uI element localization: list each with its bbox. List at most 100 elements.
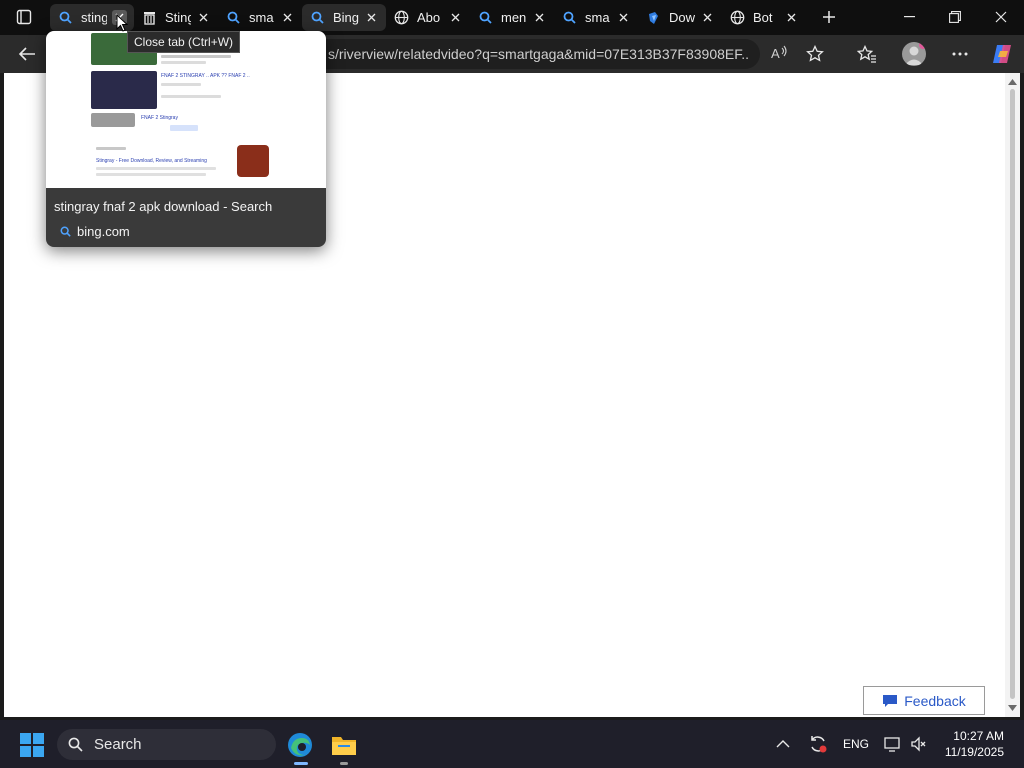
preview-line: [170, 125, 198, 131]
tab-close-button[interactable]: [448, 10, 463, 25]
taskbar-edge-app[interactable]: [282, 727, 318, 763]
tab-label: sma: [249, 10, 274, 25]
volume-muted-icon: [911, 736, 926, 752]
new-tab-button[interactable]: [817, 6, 841, 28]
preview-line: [161, 95, 221, 98]
close-icon: [451, 13, 460, 22]
hover-card-title: stingray fnaf 2 apk download - Search: [54, 199, 273, 214]
tab-close-button[interactable]: [196, 10, 211, 25]
favorites-button[interactable]: [852, 40, 882, 68]
preview-image: [237, 145, 269, 177]
tab-close-button[interactable]: [784, 10, 799, 25]
tab-label: sting: [81, 10, 107, 25]
feedback-button[interactable]: Feedback: [863, 686, 985, 715]
tab-men-search[interactable]: men: [470, 4, 554, 31]
copilot-button[interactable]: [987, 40, 1017, 68]
close-window-button[interactable]: [978, 0, 1024, 33]
start-button[interactable]: [20, 733, 44, 757]
copilot-icon: [993, 45, 1011, 63]
preview-line: [96, 167, 216, 170]
favorite-star-button[interactable]: [800, 40, 830, 68]
tab-close-button[interactable]: [280, 10, 295, 25]
tab-close-button[interactable]: [616, 10, 631, 25]
minimize-icon: [903, 15, 915, 17]
minimize-button[interactable]: [886, 0, 932, 33]
preview-text: FNAF 2 STINGRAY .. APK ?? FNAF 2 ..: [161, 73, 250, 79]
page-scrollbar[interactable]: [1005, 73, 1020, 717]
close-icon: [619, 13, 628, 22]
scrollbar-thumb[interactable]: [1010, 89, 1015, 699]
restore-button[interactable]: [932, 0, 978, 33]
edge-store-icon: [646, 10, 661, 25]
hover-card-domain: bing.com: [60, 224, 130, 239]
globe-icon: [730, 10, 745, 25]
mouse-pointer-icon: [116, 14, 128, 32]
search-icon: [60, 226, 71, 237]
tab-smartgaga-search[interactable]: sma: [218, 4, 302, 31]
close-icon: [199, 13, 208, 22]
back-button[interactable]: [12, 40, 42, 68]
preview-image: [91, 71, 157, 109]
chevron-up-icon: [776, 740, 790, 748]
settings-more-button[interactable]: [945, 40, 975, 68]
preview-line: [96, 173, 206, 176]
tab-actions-icon: [16, 9, 32, 25]
favorites-list-icon: [857, 45, 876, 63]
taskbar-search-box[interactable]: Search: [57, 729, 276, 760]
address-url[interactable]: s/riverview/relatedvideo?q=smartgaga&mid…: [328, 46, 748, 62]
taskbar-search-label: Search: [94, 736, 142, 753]
tab-preview-thumbnail: FNAF 2 STINGRAY .. APK ?? FNAF 2 .. FNAF…: [46, 31, 326, 188]
monitor-icon: [884, 737, 900, 752]
star-icon: [806, 45, 824, 62]
search-icon: [68, 737, 83, 752]
profile-avatar[interactable]: [902, 42, 926, 66]
close-icon: [995, 11, 1007, 22]
clock-time: 10:27 AM: [953, 729, 1004, 743]
svg-text:A: A: [771, 46, 780, 61]
tab-label: men: [501, 10, 527, 25]
tab-label: Bot: [753, 10, 773, 25]
tray-display-button[interactable]: [884, 720, 902, 768]
tab-actions-button[interactable]: [10, 6, 38, 28]
preview-line: [161, 61, 206, 64]
taskbar-clock[interactable]: 10:27 AM 11/19/2025: [938, 728, 1004, 760]
taskbar-file-explorer[interactable]: [326, 727, 362, 763]
tab-bot[interactable]: Bot: [722, 4, 806, 31]
tab-bing-active[interactable]: Bing: [302, 4, 386, 31]
scroll-down-icon[interactable]: [1008, 705, 1017, 711]
tab-about[interactable]: Abo: [386, 4, 470, 31]
search-icon: [310, 10, 325, 25]
read-aloud-button[interactable]: A: [764, 39, 794, 67]
folder-icon: [332, 737, 356, 755]
tab-close-button[interactable]: [364, 10, 379, 25]
preview-text: Stingray - Free Download, Review, and St…: [96, 158, 207, 164]
close-icon: [787, 13, 796, 22]
windows-taskbar: Search ENG 10:27 AM 11/19/2025: [0, 720, 1024, 768]
preview-line: [161, 55, 231, 58]
globe-icon: [394, 10, 409, 25]
close-icon: [283, 13, 292, 22]
trash-bin-icon: [142, 10, 157, 25]
tab-label: Sting: [165, 10, 191, 25]
tray-update-icon-button[interactable]: [808, 720, 828, 768]
notification-dot: [919, 42, 926, 49]
tab-smartgaga-search-2[interactable]: sma: [554, 4, 638, 31]
feedback-label: Feedback: [904, 692, 966, 709]
sync-update-icon: [811, 736, 827, 753]
scroll-up-icon[interactable]: [1008, 79, 1017, 85]
tab-stingray-page[interactable]: Sting: [134, 4, 218, 31]
close-tab-tooltip: Close tab (Ctrl+W): [127, 31, 241, 53]
edge-browser-icon: [288, 733, 312, 757]
tab-label: sma: [585, 10, 610, 25]
active-app-indicator: [294, 762, 308, 765]
close-icon: [367, 13, 376, 22]
search-icon: [562, 10, 577, 25]
show-hidden-icons-button[interactable]: [776, 720, 790, 768]
tray-volume-network-button[interactable]: [910, 720, 928, 768]
tab-close-button[interactable]: [532, 10, 547, 25]
tab-download[interactable]: Dow: [638, 4, 722, 31]
tab-strip: sting Sting sma Bing Abo men sma Dow: [0, 0, 1024, 35]
preview-line: [161, 83, 201, 86]
language-indicator[interactable]: ENG: [843, 720, 869, 768]
tab-close-button[interactable]: [700, 10, 715, 25]
